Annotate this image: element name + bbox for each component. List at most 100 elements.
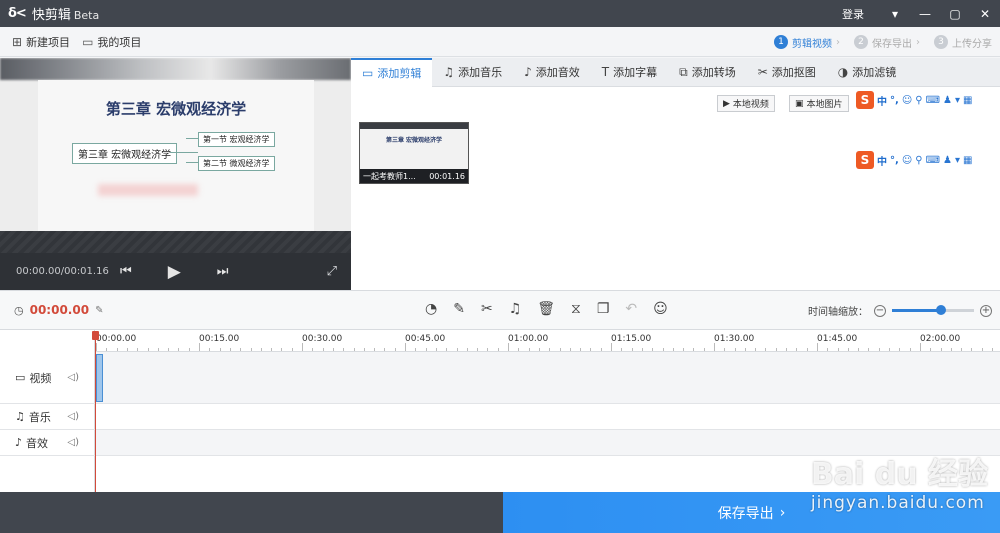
ruler-tick <box>158 348 159 351</box>
playhead[interactable] <box>95 332 96 492</box>
bell-icon[interactable]: ♫ <box>509 301 522 317</box>
minimize-icon[interactable]: — <box>910 7 940 21</box>
ruler-tick <box>354 348 355 351</box>
time-readout: 00:00.00/00:01.16 <box>16 266 109 277</box>
keyboard-icon: ⌨ <box>925 154 941 166</box>
login-button[interactable]: 登录 <box>842 6 864 22</box>
ruler-tick <box>930 348 931 351</box>
ruler-tick <box>776 348 777 351</box>
ruler-tick <box>910 348 911 351</box>
tab-add-music[interactable]: ♫ 添加音乐 <box>432 58 513 87</box>
save-export-button[interactable]: 保存导出 › <box>503 492 1000 533</box>
my-projects-button[interactable]: ▭ 我的项目 <box>82 34 141 50</box>
ruler-tick <box>549 348 550 351</box>
ruler-tick <box>889 348 890 351</box>
ruler-tick <box>333 348 334 351</box>
play-icon[interactable]: ▶ <box>168 262 181 282</box>
tab-add-sound-effect[interactable]: ♪ 添加音效 <box>513 58 591 87</box>
ruler-tick <box>621 348 622 351</box>
step-upload-share[interactable]: 3 上传分享 <box>934 35 992 50</box>
track-video[interactable]: ▭ 视频 ◁) <box>0 352 95 404</box>
close-icon[interactable]: ✕ <box>970 7 1000 21</box>
undo-icon[interactable]: ↶ <box>625 301 637 317</box>
step-edit-video[interactable]: 1 剪辑视频 › <box>774 35 840 50</box>
ruler-tick <box>755 348 756 351</box>
media-library: ▶ 本地视频 ▣ 本地图片 S 中 °, ☺ ⚲ ⌨ ♟ ▾ ▦ S 中 °, ☺ … <box>351 87 1000 290</box>
volume-icon[interactable]: ◁) <box>67 411 79 422</box>
app-logo: δ< 快剪辑 Beta <box>0 4 99 23</box>
tab-add-transition[interactable]: ⧉ 添加转场 <box>668 58 747 87</box>
tab-add-filter[interactable]: ◑ 添加滤镜 <box>827 58 907 87</box>
new-project-button[interactable]: ⊞ 新建项目 <box>12 34 70 50</box>
volume-icon[interactable]: ◁) <box>67 437 79 448</box>
menu-icon[interactable]: ▾ <box>880 7 910 21</box>
video-camera-icon: ▭ <box>362 66 374 80</box>
cutout-icon: ✂ <box>757 65 768 79</box>
smiley-icon[interactable]: ☺ <box>653 301 668 317</box>
trash-icon[interactable]: 🗑 <box>537 301 555 317</box>
volume-icon[interactable]: ◁) <box>67 372 79 383</box>
tab-add-subtitle[interactable]: T 添加字幕 <box>591 58 668 87</box>
user-icon: ♟ <box>943 154 952 166</box>
image-icon: ▣ <box>795 98 804 109</box>
preview-stripes <box>0 231 351 253</box>
thumbnail-duration: 00:01.16 <box>429 171 465 181</box>
ime-toolbar[interactable]: S 中 °, ☺ ⚲ ⌨ ♟ ▾ ▦ <box>856 151 972 169</box>
ruler-tick <box>446 348 447 351</box>
music-lane[interactable] <box>95 404 1000 430</box>
ruler-tick <box>601 348 602 351</box>
ruler-tick <box>518 348 519 351</box>
detach-icon[interactable]: ⧖ <box>571 301 581 317</box>
track-sound-effect[interactable]: ♪ 音效 ◁) <box>0 430 95 456</box>
plus-square-icon: ⊞ <box>12 34 23 49</box>
thumbnail-header <box>360 123 468 129</box>
zoom-slider-knob[interactable] <box>936 305 947 315</box>
mindmap-connector <box>186 138 198 139</box>
tab-label: 添加转场 <box>691 66 736 79</box>
ruler-tick <box>786 348 787 351</box>
playhead-handle[interactable] <box>92 331 99 340</box>
ruler-tick <box>292 348 293 351</box>
zoom-out-icon[interactable]: − <box>874 304 886 317</box>
tab-add-cutout[interactable]: ✂ 添加抠图 <box>747 58 827 87</box>
edit-icon[interactable]: ✎ <box>95 305 103 316</box>
ruler-tick <box>951 348 952 351</box>
timeline-ruler[interactable]: 00:00.00 00:15.00 00:30.00 00:45.00 01:00.00… <box>95 330 1000 352</box>
shirt-icon: ▾ <box>954 94 961 106</box>
skip-forward-icon[interactable]: ⏭ <box>217 264 229 279</box>
media-thumbnail[interactable]: 第三章 宏微观经济学 一起考教师1... 00:01.16 <box>359 122 469 184</box>
window-controls: 登录 ▾ — ▢ ✕ <box>842 0 1000 27</box>
tab-label: 添加字幕 <box>613 66 658 79</box>
beta-label: Beta <box>73 9 100 22</box>
timeline-lanes <box>95 352 1000 492</box>
fullscreen-icon[interactable]: ⤢ <box>327 264 337 279</box>
track-music[interactable]: ♫ 音乐 ◁) <box>0 404 95 430</box>
maximize-icon[interactable]: ▢ <box>940 7 970 21</box>
ruler-tick <box>477 348 478 351</box>
zoom-in-icon[interactable]: + <box>980 304 992 317</box>
zoom-slider[interactable] <box>892 305 974 315</box>
ruler-tick <box>426 348 427 351</box>
local-image-button[interactable]: ▣ 本地图片 <box>789 95 849 112</box>
tab-add-clip[interactable]: ▭ 添加剪辑 <box>351 57 433 87</box>
ruler-tick <box>209 348 210 351</box>
scissors-icon[interactable]: ✂ <box>481 301 493 317</box>
pencil-icon[interactable]: ✎ <box>453 301 465 317</box>
video-lane[interactable] <box>95 352 1000 404</box>
step-number: 3 <box>934 35 948 49</box>
track-label: 音乐 <box>28 410 51 424</box>
sound-effect-lane[interactable] <box>95 430 1000 456</box>
ime-toolbar[interactable]: S 中 °, ☺ ⚲ ⌨ ♟ ▾ ▦ <box>856 91 972 109</box>
step-save-export[interactable]: 2 保存导出 › <box>854 35 920 50</box>
user-icon: ♟ <box>943 94 952 106</box>
local-video-button[interactable]: ▶ 本地视频 <box>717 95 775 112</box>
timeline-current-time: ◷ 00:00.00 ✎ <box>14 303 103 317</box>
blurred-text <box>98 184 198 196</box>
video-clip[interactable] <box>96 354 103 402</box>
copy-icon[interactable]: ❐ <box>597 301 610 317</box>
ruler-tick <box>251 348 252 351</box>
text-icon: T <box>601 65 610 79</box>
ruler-tick <box>168 348 169 351</box>
skip-back-icon[interactable]: ⏮ <box>120 264 132 279</box>
speed-icon[interactable]: ◔ <box>425 301 437 317</box>
